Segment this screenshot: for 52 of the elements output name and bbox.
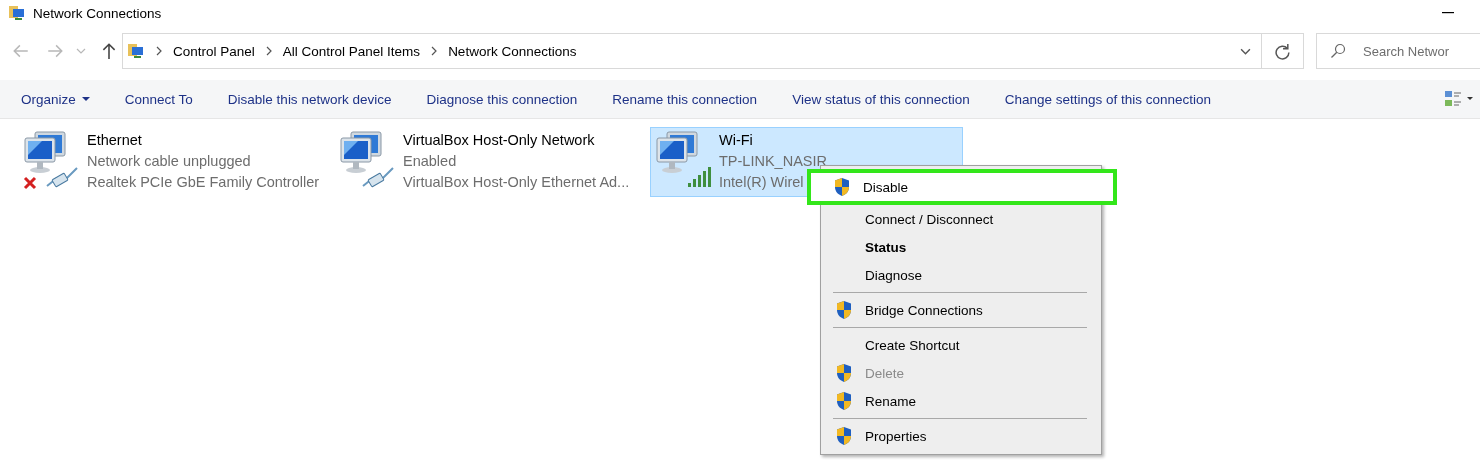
shield-icon <box>835 300 853 320</box>
breadcrumb[interactable]: Network Connections <box>448 43 577 59</box>
menu-item[interactable]: Diagnose <box>823 261 1099 289</box>
toolbar-button[interactable]: Change settings of this connection <box>993 80 1223 118</box>
menu-item[interactable]: Connect / Disconnect <box>823 205 1099 233</box>
adapter-name: Realtek PCIe GbE Family Controller <box>87 173 320 192</box>
toolbar-button[interactable]: Disable this network device <box>216 80 403 118</box>
connection-status: Network cable unplugged <box>87 152 252 171</box>
menu-item[interactable]: Create Shortcut <box>823 331 1099 359</box>
menu-item[interactable]: Status <box>823 233 1099 261</box>
network-folder-icon <box>8 4 26 22</box>
refresh-button[interactable] <box>1262 33 1304 69</box>
connection-name: Wi-Fi <box>719 131 754 150</box>
breadcrumb[interactable]: All Control Panel Items <box>282 43 421 59</box>
menu-item[interactable]: Rename <box>823 387 1099 415</box>
shield-icon <box>835 363 853 383</box>
adapter-name: VirtualBox Host-Only Ethernet Ad... <box>403 173 630 192</box>
menu-item[interactable]: Bridge Connections <box>823 296 1099 324</box>
view-options-icon[interactable] <box>1444 90 1474 108</box>
toolbar-button[interactable]: Organize <box>10 80 101 118</box>
network-cable-icon <box>361 166 395 188</box>
menu-item[interactable]: Properties <box>823 422 1099 450</box>
window-title: Network Connections <box>33 5 162 21</box>
network-folder-icon <box>127 42 145 60</box>
connection-status: Enabled <box>403 152 458 171</box>
address-bar[interactable]: Control Panel All Control Panel Items Network Connections <box>122 33 1262 69</box>
adapter-name: Intel(R) Wirel <box>719 173 805 192</box>
chevron-right-icon <box>265 46 272 56</box>
up-arrow-icon[interactable] <box>100 42 118 60</box>
shield-icon <box>835 426 853 446</box>
network-connection-item[interactable]: Ethernet Network cable unplugged Realtek PCIe GbE Family Controller <box>18 127 330 198</box>
toolbar-button[interactable]: Rename this connection <box>601 80 769 118</box>
caret-icon <box>81 97 90 101</box>
network-cable-icon <box>45 166 79 188</box>
search-icon <box>1330 43 1346 59</box>
toolbar-button[interactable]: View status of this connection <box>781 80 981 118</box>
signal-bars-icon <box>687 166 713 188</box>
connection-name: VirtualBox Host-Only Network <box>403 131 596 150</box>
search-field[interactable]: Search Networ <box>1316 33 1480 69</box>
network-connection-item[interactable]: VirtualBox Host-Only Network Enabled VirtualBox Host-Only Ethernet Ad... <box>334 127 646 198</box>
chevron-right-icon <box>431 46 438 56</box>
chevron-right-icon <box>156 46 162 56</box>
minimize-icon[interactable] <box>1442 12 1454 14</box>
connection-status: TP-LINK_NASIR <box>719 152 827 171</box>
breadcrumb[interactable]: Control Panel <box>173 43 255 59</box>
shield-icon <box>833 177 851 197</box>
refresh-icon <box>1274 42 1291 60</box>
toolbar-button[interactable]: Connect To <box>113 80 204 118</box>
shield-icon <box>835 391 853 411</box>
connection-name: Ethernet <box>87 131 143 150</box>
toolbar-button[interactable]: Diagnose this connection <box>415 80 589 118</box>
chevron-down-icon[interactable] <box>1240 47 1251 55</box>
